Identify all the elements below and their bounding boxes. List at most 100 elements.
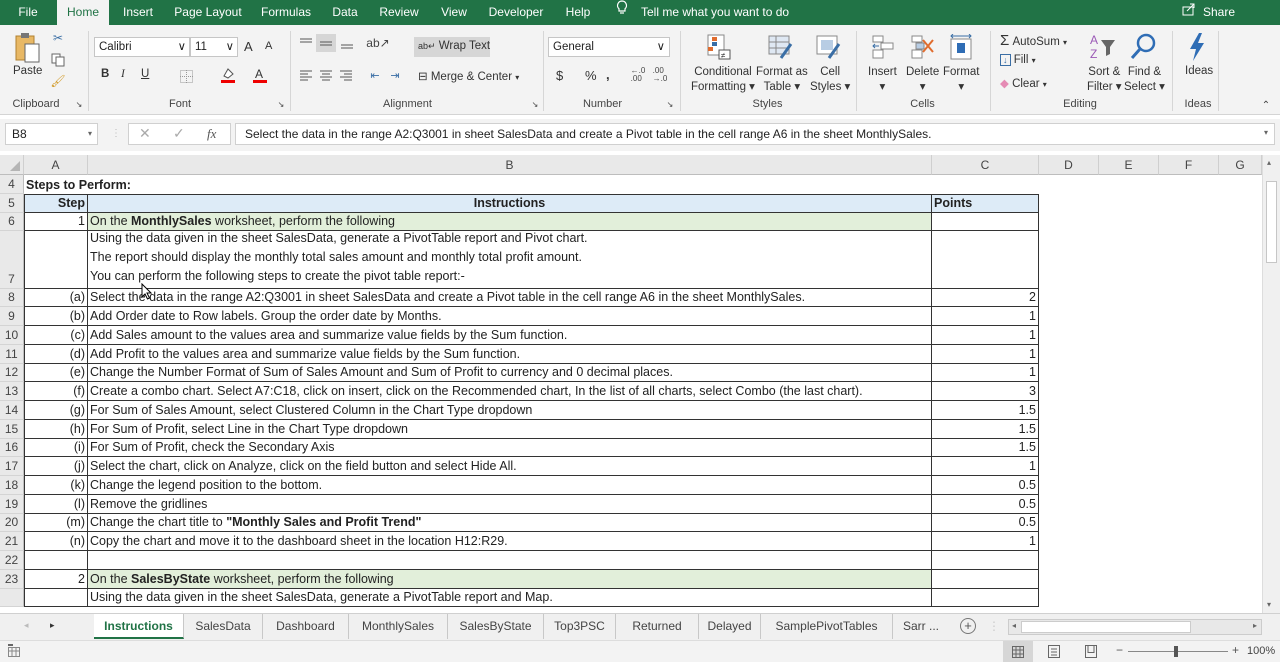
zoom-level[interactable]: 100% <box>1247 645 1275 657</box>
tab-insert[interactable]: Insert <box>116 0 160 25</box>
bold-button[interactable]: B <box>101 68 109 80</box>
insert-function-button[interactable]: fx <box>207 126 216 142</box>
format-cells-button[interactable]: Format ▾ <box>943 65 979 95</box>
comma-button[interactable]: , <box>606 67 610 82</box>
step-cell[interactable]: (i) <box>24 438 88 458</box>
borders-icon[interactable] <box>178 68 194 84</box>
points-cell[interactable]: 1 <box>932 532 1039 551</box>
column-header-e[interactable]: E <box>1099 155 1159 175</box>
fill-color-icon[interactable] <box>219 65 237 85</box>
align-right-icon[interactable] <box>338 67 354 83</box>
instruction-cell[interactable]: Copy the chart and move it to the dashbo… <box>88 532 932 551</box>
sheet-tab-salesdata[interactable]: SalesData <box>184 614 263 639</box>
select-all-corner[interactable] <box>0 155 24 175</box>
column-header-f[interactable]: F <box>1159 155 1219 175</box>
step-cell[interactable]: (d) <box>24 344 88 364</box>
instruction-cell[interactable]: Create a combo chart. Select A7:C18, cli… <box>88 382 932 401</box>
points-cell[interactable] <box>932 231 1039 289</box>
row-header[interactable]: 6 <box>0 212 24 232</box>
step-cell[interactable] <box>24 551 88 570</box>
row-header[interactable]: 7 <box>0 231 24 289</box>
column-header-g[interactable]: G <box>1219 155 1262 175</box>
step-cell[interactable]: (c) <box>24 326 88 345</box>
macro-recording-icon[interactable] <box>8 644 20 657</box>
tab-review[interactable]: Review <box>372 0 426 25</box>
row-header[interactable]: 8 <box>0 288 24 308</box>
instruction-cell[interactable]: Remove the gridlines <box>88 494 932 514</box>
row-header[interactable]: 20 <box>0 513 24 533</box>
insert-cells-button[interactable]: Insert ▾ <box>868 65 897 95</box>
instruction-cell[interactable]: On the SalesByState worksheet, perform t… <box>88 569 932 589</box>
step-cell[interactable]: 2 <box>24 569 88 589</box>
points-cell[interactable]: 0.5 <box>932 513 1039 533</box>
font-size-select[interactable]: 11 ∨ <box>190 37 238 57</box>
step-cell[interactable]: (g) <box>24 401 88 420</box>
sheet-tab-salesbystate[interactable]: SalesByState <box>448 614 544 639</box>
tab-page-layout[interactable]: Page Layout <box>168 0 248 25</box>
align-bottom-icon[interactable] <box>339 35 355 51</box>
increase-indent-icon[interactable]: ⇥ <box>386 67 404 83</box>
step-cell[interactable]: (a) <box>24 288 88 308</box>
sheet-tab-instructions[interactable]: Instructions <box>94 614 184 639</box>
row-header[interactable]: 23 <box>0 569 24 589</box>
fill-button[interactable]: ↓ Fill ▾ <box>1000 54 1036 66</box>
zoom-slider-track[interactable] <box>1128 651 1228 652</box>
font-name-select[interactable]: Calibri ∨ <box>94 37 190 57</box>
row-header[interactable]: 4 <box>0 175 24 194</box>
add-sheet-icon[interactable]: + <box>960 618 976 634</box>
row-header[interactable]: 10 <box>0 326 24 345</box>
row-header[interactable] <box>0 588 24 608</box>
sheet-tab-returned[interactable]: Returned <box>616 614 699 639</box>
instruction-cell[interactable]: Select the chart, click on Analyze, clic… <box>88 457 932 476</box>
points-cell[interactable]: 1 <box>932 326 1039 345</box>
row-header[interactable]: 21 <box>0 532 24 551</box>
copy-icon[interactable] <box>50 52 66 68</box>
align-left-icon[interactable] <box>298 67 314 83</box>
step-cell[interactable]: (m) <box>24 513 88 533</box>
dialog-launcher-icon[interactable]: ↘ <box>74 99 84 109</box>
sort-filter-button[interactable]: Sort & Filter ▾ <box>1087 65 1122 95</box>
instruction-cell[interactable]: Change the chart title to "Monthly Sales… <box>88 513 932 533</box>
orientation-icon[interactable]: ab↗ <box>366 35 389 51</box>
vertical-scrollbar[interactable]: ▴ ▾ <box>1262 155 1280 613</box>
share-button[interactable]: Share <box>1203 0 1235 25</box>
font-color-icon[interactable]: A <box>251 65 269 85</box>
row-header[interactable]: 5 <box>0 193 24 213</box>
points-cell[interactable] <box>932 551 1039 570</box>
delete-cells-button[interactable]: Delete ▾ <box>906 65 939 95</box>
underline-button[interactable]: U <box>141 68 149 80</box>
step-cell[interactable]: (b) <box>24 307 88 326</box>
dialog-launcher-icon[interactable]: ↘ <box>276 99 286 109</box>
instruction-cell[interactable]: Change the legend position to the bottom… <box>88 476 932 495</box>
currency-button[interactable]: $ <box>556 68 563 83</box>
collapse-ribbon-icon[interactable]: ⌃ <box>1260 99 1272 111</box>
tab-view[interactable]: View <box>434 0 474 25</box>
tab-formulas[interactable]: Formulas <box>255 0 317 25</box>
step-cell[interactable]: (j) <box>24 457 88 476</box>
step-cell[interactable]: (l) <box>24 494 88 514</box>
number-format-select[interactable]: General ∨ <box>548 37 670 57</box>
spreadsheet-grid[interactable]: A B C D E F G 4 Steps to Perform: 5 Step Ins… <box>0 155 1262 613</box>
clear-button[interactable]: ◆ Clear ▾ <box>1000 76 1047 90</box>
column-header-c[interactable]: C <box>932 155 1039 175</box>
ideas-button[interactable]: Ideas <box>1185 65 1213 77</box>
page-break-view-icon[interactable] <box>1085 645 1097 661</box>
tab-data[interactable]: Data <box>325 0 365 25</box>
scroll-up-icon[interactable]: ▴ <box>1267 158 1271 167</box>
drag-handle-icon[interactable]: ⋮ <box>111 128 121 139</box>
instruction-cell[interactable]: Add Profit to the values area and summar… <box>88 344 932 364</box>
points-cell[interactable]: 1.5 <box>932 419 1039 439</box>
instruction-cell[interactable]: Add Sales amount to the values area and … <box>88 326 932 345</box>
row-header[interactable]: 9 <box>0 307 24 326</box>
decrease-font-size-button[interactable]: A <box>265 40 272 52</box>
points-cell[interactable]: 0.5 <box>932 476 1039 495</box>
name-box[interactable]: B8 ▾ <box>5 123 98 145</box>
tab-splitter-handle[interactable]: ⋮ <box>988 619 1000 633</box>
find-select-button[interactable]: Find & Select ▾ <box>1124 65 1165 95</box>
step-cell[interactable]: (k) <box>24 476 88 495</box>
instruction-cell[interactable]: For Sum of Profit, check the Secondary A… <box>88 438 932 458</box>
instruction-cell[interactable]: For Sum of Profit, select Line in the Ch… <box>88 419 932 439</box>
scroll-tabs-right-icon[interactable]: ▸ <box>50 620 55 631</box>
instruction-cell[interactable]: Select the data in the range A2:Q3001 in… <box>88 288 932 308</box>
enter-check-icon[interactable]: ✓ <box>173 125 185 142</box>
